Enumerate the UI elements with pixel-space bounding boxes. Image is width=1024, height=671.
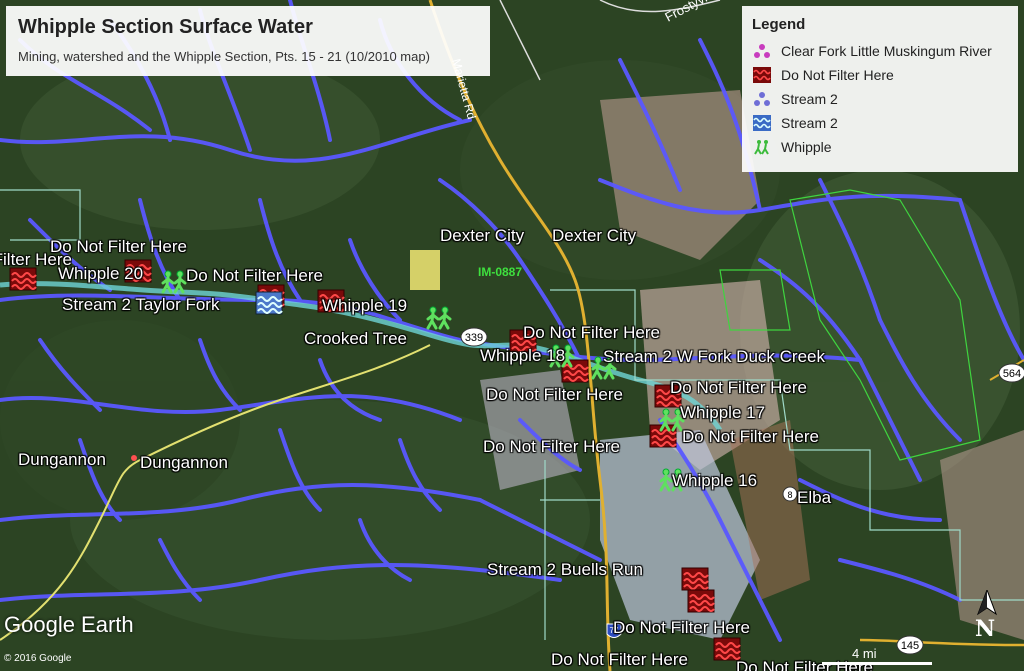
svg-text:8: 8 [787, 490, 792, 500]
svg-text:564: 564 [1003, 368, 1021, 380]
legend-item-whipple[interactable]: Whipple [752, 135, 1008, 159]
legend-title: Legend [752, 16, 806, 33]
legend-item-stream-2-wave[interactable]: Stream 2 [752, 111, 1008, 135]
map-subtitle: Mining, watershed and the Whipple Sectio… [18, 49, 430, 64]
hiker-icon [752, 139, 772, 155]
label-dungannon: Dungannon [18, 450, 106, 469]
label-do-not-filter: Do Not Filter Here [483, 437, 620, 456]
do-not-filter-marker [687, 589, 715, 613]
legend-panel: Legend Clear Fork Little Muskingum River… [742, 6, 1018, 172]
label-elba: Elba [797, 488, 832, 507]
google-earth-logo: Google Earth [4, 612, 134, 637]
red-wave-icon [752, 67, 772, 83]
legend-item-label: Stream 2 [781, 115, 838, 131]
north-label: N [975, 616, 996, 642]
legend-item-label: Stream 2 [781, 91, 838, 107]
legend-item-label: Whipple [781, 139, 832, 155]
legend-item-stream-2-dots[interactable]: Stream 2 [752, 87, 1008, 111]
label-stream-buells-run: Stream 2 Buells Run [487, 560, 643, 579]
label-whipple-18: Whipple 18 [480, 346, 566, 365]
label-do-not-filter: Do Not Filter Here [682, 427, 819, 446]
label-crooked-tree: Crooked Tree [304, 329, 407, 348]
label-stream-taylor-fork: Stream 2 Taylor Fork [62, 295, 220, 314]
label-stream-w-fork-duck: Stream 2 W Fork Duck Creek [603, 347, 825, 366]
label-dexter-city: Dexter City [552, 226, 637, 245]
title-panel: Whipple Section Surface Water Mining, wa… [6, 6, 490, 76]
mine-permit-label: IM-0887 [478, 265, 522, 279]
stream-marker [255, 291, 283, 315]
scale-line [822, 662, 932, 665]
label-whipple-16: Whipple 16 [672, 471, 758, 490]
label-do-not-filter: Do Not Filter Here [670, 378, 807, 397]
blue-triangle-dots-icon [752, 91, 772, 107]
label-whipple-17: Whipple 17 [680, 403, 766, 422]
label-dexter-city: Dexter City [440, 226, 525, 245]
copyright-text: © 2016 Google [4, 653, 72, 664]
label-dungannon: Dungannon [140, 453, 228, 472]
scale-bar: 4 mi [822, 646, 932, 665]
legend-item-clear-fork[interactable]: Clear Fork Little Muskingum River [752, 39, 1008, 63]
label-do-not-filter: Do Not Filter Here [613, 618, 750, 637]
label-whipple-20: Whipple 20 [58, 264, 144, 283]
legend-item-label: Clear Fork Little Muskingum River [781, 43, 992, 59]
svg-text:339: 339 [465, 332, 483, 344]
scale-label: 4 mi [852, 646, 877, 661]
label-do-not-filter: Do Not Filter Here [523, 323, 660, 342]
label-do-not-filter: Do Not Filter Here [551, 650, 688, 669]
magenta-triangle-dots-icon [752, 43, 772, 59]
do-not-filter-marker [681, 567, 709, 591]
do-not-filter-marker [9, 267, 37, 291]
do-not-filter-marker [713, 637, 741, 661]
label-do-not-filter: Do Not Filter Here [486, 385, 623, 404]
north-arrow-icon[interactable]: N [972, 588, 1002, 642]
legend-item-do-not-filter[interactable]: Do Not Filter Here [752, 63, 1008, 87]
legend-item-label: Do Not Filter Here [781, 67, 894, 83]
map-title: Whipple Section Surface Water [18, 16, 313, 38]
blue-wave-icon [752, 115, 772, 131]
label-do-not-filter: Do Not Filter Here [186, 266, 323, 285]
label-whipple-19: Whipple 19 [322, 296, 408, 315]
